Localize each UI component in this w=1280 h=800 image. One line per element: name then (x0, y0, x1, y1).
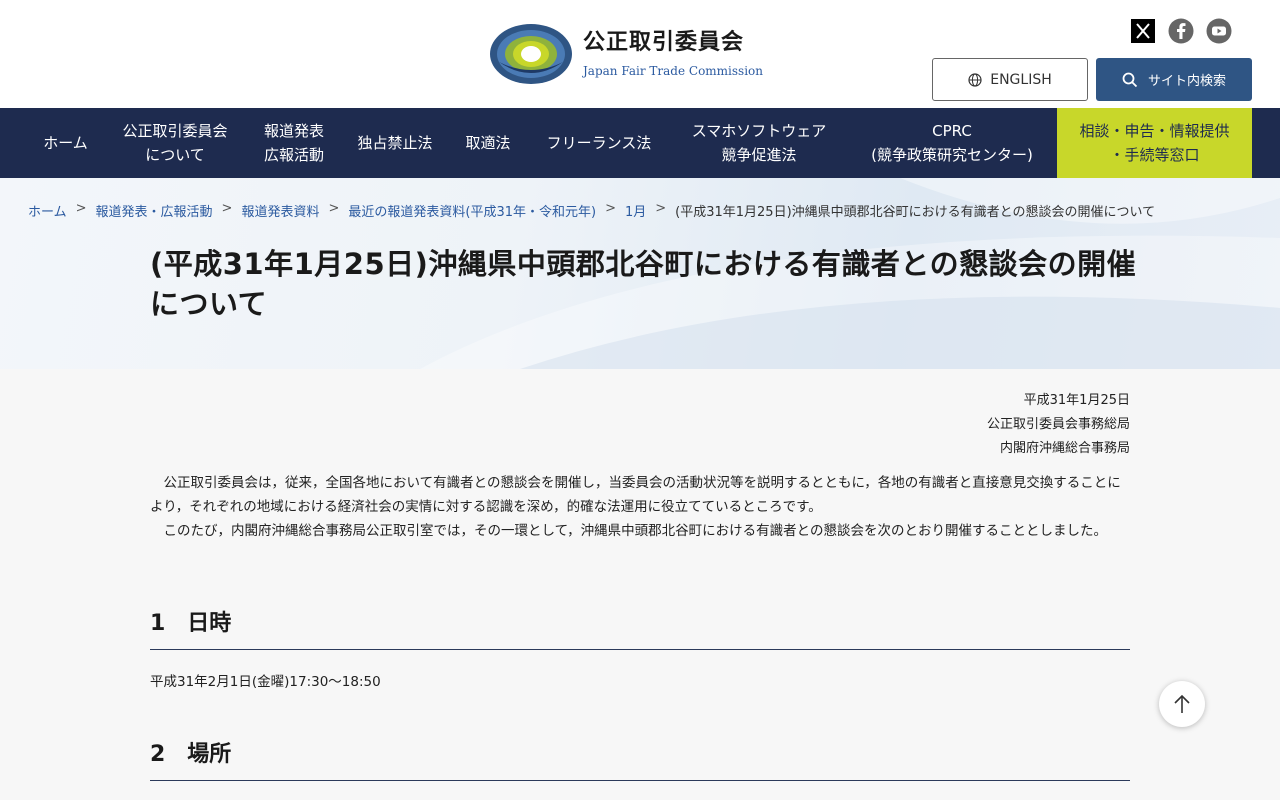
intro-text: 公正取引委員会は，従来，全国各地において有識者との懇談会を開催し，当委員会の活動… (150, 471, 1130, 543)
nav-item-torite-law[interactable]: 取適法 (452, 108, 524, 178)
section-datetime-text: 平成31年2月1日(金曜)17:30～18:50 (150, 674, 381, 690)
search-button-label: サイト内検索 (1147, 74, 1226, 89)
nav-item-antimonopoly[interactable]: 独占禁止法 (345, 108, 445, 178)
global-nav: ホーム 公正取引委員会 について 報道発表広報活動 独占禁止法 取適法 フリーラン… (0, 108, 1280, 178)
breadcrumb-current: (平成31年1月25日)沖縄県中頭郡北谷町における有識者との懇談会の開催について (675, 205, 1156, 220)
page-title: (平成31年1月25日)沖縄県中頭郡北谷町における有識者との懇談会の開催について (150, 247, 1137, 321)
nav-label: 報道発表 (263, 122, 324, 140)
nav-label: について (145, 146, 205, 164)
site-logo[interactable]: 公正取引委員会 Japan Fair Trade Commission (489, 22, 763, 86)
nav-label: 独占禁止法 (357, 134, 433, 152)
facebook-icon[interactable] (1168, 18, 1194, 44)
nav-label: 広報活動 (263, 146, 324, 164)
x-icon[interactable] (1130, 18, 1156, 44)
breadcrumb-link[interactable]: 1月 (625, 201, 646, 220)
nav-label: スマホソフトウェア (691, 122, 827, 140)
nav-item-freelance[interactable]: フリーランス法 (530, 108, 668, 178)
logo-japanese-name: 公正取引委員会 (583, 30, 745, 55)
social-links (1130, 18, 1232, 44)
nav-item-smartphone[interactable]: スマホソフトウェア 競争促進法 (674, 108, 844, 178)
breadcrumb: ホーム > 報道発表・広報活動 > 報道発表資料 > 最近の報道発表資料(平成31年・… (28, 201, 1155, 220)
english-button-label: ENGLISH (990, 71, 1052, 88)
nav-label: 取適法 (465, 134, 511, 152)
breadcrumb-separator: > (221, 201, 233, 216)
nav-label: 競争促進法 (721, 146, 797, 164)
nav-label: フリーランス法 (546, 134, 652, 152)
intro-paragraph-1: 公正取引委員会は，従来，全国各地において有識者との懇談会を開催し，当委員会の活動… (150, 475, 1121, 515)
press-release-meta: 平成31年1月25日 公正取引委員会事務総局 内閣府沖縄総合事務局 (150, 389, 1130, 461)
nav-label: 相談・申告・情報提供 (1079, 122, 1230, 140)
breadcrumb-separator: > (328, 201, 340, 216)
breadcrumb-link[interactable]: ホーム (28, 201, 67, 220)
site-search-button[interactable]: サイト内検索 (1096, 58, 1252, 101)
globe-icon (968, 72, 982, 87)
jftc-emblem-icon (490, 24, 572, 84)
nav-label: 公正取引委員会 (122, 122, 228, 140)
main-content: 平成31年1月25日 公正取引委員会事務総局 内閣府沖縄総合事務局 公正取引委員… (150, 369, 1130, 781)
back-to-top-button[interactable] (1159, 681, 1205, 727)
nav-label: ホーム (43, 134, 88, 152)
site-header: 公正取引委員会 Japan Fair Trade Commission ENGL… (0, 0, 1280, 108)
nav-item-cprc[interactable]: CPRC (競争政策研究センター) (852, 108, 1052, 178)
youtube-icon[interactable] (1206, 18, 1232, 44)
intro-paragraph-2: このたび，内閣府沖縄総合事務局公正取引室では，その一環として，沖縄県中頭郡北谷町… (163, 523, 1108, 539)
search-icon (1122, 72, 1138, 87)
breadcrumb-separator: > (655, 201, 667, 216)
page-hero: ホーム > 報道発表・広報活動 > 報道発表資料 > 最近の報道発表資料(平成31年・… (0, 178, 1280, 369)
nav-item-consultation[interactable]: 相談・申告・情報提供 ・手続等窓口 (1057, 108, 1252, 178)
english-button[interactable]: ENGLISH (932, 58, 1088, 101)
breadcrumb-link[interactable]: 最近の報道発表資料(平成31年・令和元年) (348, 201, 596, 220)
breadcrumb-link[interactable]: 報道発表資料 (241, 201, 319, 220)
nav-item-home[interactable]: ホーム (28, 108, 103, 178)
breadcrumb-separator: > (75, 201, 87, 216)
section-heading-datetime: 1 日時 (150, 605, 1130, 650)
nav-item-about[interactable]: 公正取引委員会 について (108, 108, 242, 178)
nav-label: ・手続等窓口 (1109, 146, 1200, 164)
nav-label: (競争政策研究センター) (871, 146, 1033, 164)
section-heading-venue: 2 場所 (150, 736, 1130, 781)
release-date: 平成31年1月25日 (1023, 393, 1130, 408)
issuing-org-1: 公正取引委員会事務総局 (986, 417, 1130, 432)
arrow-up-icon (1174, 694, 1190, 713)
issuing-org-2: 内閣府沖縄総合事務局 (999, 441, 1130, 456)
nav-item-press[interactable]: 報道発表 広報活動 (250, 108, 338, 178)
breadcrumb-separator: > (605, 201, 616, 216)
nav-label: CPRC (932, 122, 972, 140)
logo-english-name: Japan Fair Trade Commission (583, 64, 763, 78)
breadcrumb-link[interactable]: 報道発表・広報活動 (96, 201, 213, 220)
